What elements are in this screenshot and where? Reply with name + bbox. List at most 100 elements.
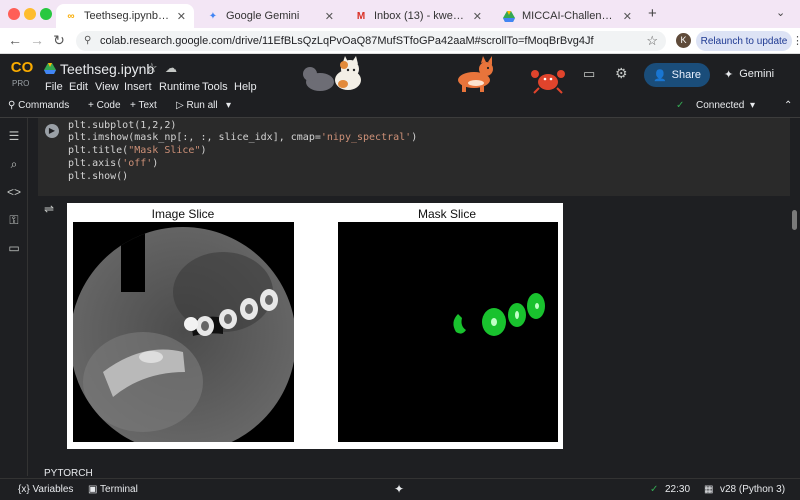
runtime-version[interactable]: v28 (Python 3) [720,484,785,495]
colab-icon: ∞ [67,10,75,22]
image-slice-title: Image Slice [151,207,215,221]
mask-slice-title: Mask Slice [417,207,476,221]
notebook-scrollbar[interactable] [792,210,797,230]
bottom-status-bar: {x} Variables ▣ Terminal ✦ ✓ 22:30 ▦ v28… [0,478,800,500]
drive-icon [502,9,516,23]
settings-gear-icon[interactable]: ⚙ [615,65,628,82]
mask-slice [338,222,558,442]
gmail-icon: M [356,10,366,22]
variables-label: Variables [32,484,74,495]
tab-search-icon[interactable]: ⌄ [776,6,785,19]
url-field[interactable]: ⚲ colab.research.google.com/drive/11EfBL… [76,31,666,51]
tab-label: Inbox (13) - kwesiasare812@gm [374,10,467,22]
find-replace-icon[interactable]: ⌕ [6,156,22,172]
comments-icon[interactable]: ▭ [583,66,595,82]
menu-runtime[interactable]: Runtime [159,81,200,93]
ct-image-slice [73,222,294,442]
corgi-mascot-icon [458,56,493,92]
execution-check-icon: ✓ [650,484,659,495]
gemini-label: Gemini [739,68,775,80]
terminal-label: Terminal [100,484,138,495]
run-all-dropdown-icon[interactable]: ▾ [226,100,231,111]
run-all-button[interactable]: ▷ Run all [176,100,218,111]
code-line: plt.subplot(1,2,2) [68,120,177,131]
add-text-button[interactable]: + Text [130,100,157,111]
url-text: colab.research.google.com/drive/11EfBLsQ… [100,35,594,47]
secrets-key-icon[interactable]: ⚿ [6,212,22,228]
forward-icon[interactable]: → [28,32,46,48]
commands-button[interactable]: ⚲ Commands [8,100,69,111]
browser-tab-drive[interactable]: MICCAI-Challenge-STSR2025 ✕ [494,4,640,28]
gemini-spark-icon: ✦ [724,69,734,81]
run-cell-button[interactable]: ▶ [45,124,59,138]
relaunch-button[interactable]: Relaunch to update [696,31,792,51]
gemini-button[interactable]: ✦ Gemini [724,68,774,81]
new-tab-button[interactable]: + [648,5,657,22]
close-tab-icon[interactable]: ✕ [177,10,186,23]
notebook-title[interactable]: Teethseg.ipynb [60,61,154,77]
code-line: plt.imshow(mask_np[:, :, slice_idx], cma… [68,132,418,143]
pro-badge: PRO [12,79,30,88]
star-icon[interactable]: ☆ [146,60,158,76]
files-folder-icon[interactable]: ▭ [6,240,22,256]
variables-icon: {x} [18,484,33,495]
execution-time: 22:30 [665,484,691,495]
code-line: plt.show() [68,171,129,182]
share-label: Share [671,69,702,81]
play-icon: ▷ [176,100,187,111]
connected-status[interactable]: Connected [696,100,744,111]
cloud-icon[interactable]: ☁ [165,61,177,75]
cat-mascot-icon [303,56,361,91]
variables-button[interactable]: {x} Variables [18,484,73,495]
browser-tab-colab[interactable]: ∞ Teethseg.ipynb - Colab ✕ [56,4,194,28]
tab-label: Teethseg.ipynb - Colab [84,10,171,22]
run-all-label: Run all [186,100,218,111]
menu-file[interactable]: File [45,81,63,93]
tab-label: Google Gemini [226,10,300,22]
more-menu-icon[interactable]: ⋮ [792,34,800,47]
toolbar-collapse-icon[interactable]: ⌃ [784,100,792,111]
bookmark-star-icon[interactable]: ☆ [646,33,658,49]
menu-tools[interactable]: Tools [202,81,228,93]
connected-check-icon: ✓ [676,100,685,111]
profile-avatar[interactable]: K [676,33,691,48]
site-info-icon[interactable]: ⚲ [84,35,91,46]
reload-icon[interactable]: ↻ [50,32,68,49]
share-button[interactable]: 👤 Share [644,63,710,87]
share-people-icon: 👤 [652,69,667,82]
menu-help[interactable]: Help [234,81,257,93]
code-cell[interactable]: ▶ plt.subplot(1,2,2) plt.imshow(mask_np[… [38,118,790,196]
runtime-dropdown-icon[interactable]: ▾ [750,100,755,111]
gemini-spark-icon[interactable]: ✦ [394,482,404,496]
colab-header: CO PRO Teethseg.ipynb ☆ ☁ File Edit View… [0,54,800,96]
code-line: plt.title("Mask Slice") [68,145,207,156]
close-tab-icon[interactable]: ✕ [623,10,632,23]
close-window-button[interactable] [8,8,20,20]
browser-tab-gemini[interactable]: ✦ Google Gemini ✕ [198,4,342,28]
left-sidebar: ☰ ⌕ <> ⚿ ▭ [0,118,28,476]
cell-output-figure: Image Slice Mask Slice [67,203,563,449]
tab-label: MICCAI-Challenge-STSR2025 [522,10,617,22]
crab-mascot-icon [531,70,565,94]
code-snippets-icon[interactable]: <> [6,184,22,200]
menu-insert[interactable]: Insert [124,81,152,93]
minimize-window-button[interactable] [24,8,36,20]
gemini-icon: ✦ [208,10,218,22]
runtime-icon: ▦ [704,484,714,495]
back-icon[interactable]: ← [6,32,24,48]
output-options-icon[interactable]: ⇌ [44,202,54,216]
maximize-window-button[interactable] [40,8,52,20]
colab-logo[interactable]: CO [8,59,36,77]
menu-view[interactable]: View [95,81,119,93]
add-code-button[interactable]: + Code [88,100,121,111]
commands-label: Commands [18,100,70,111]
table-of-contents-icon[interactable]: ☰ [6,128,22,144]
browser-tab-gmail[interactable]: M Inbox (13) - kwesiasare812@gm ✕ [346,4,490,28]
close-tab-icon[interactable]: ✕ [473,10,482,23]
menu-edit[interactable]: Edit [69,81,88,93]
terminal-button[interactable]: ▣ Terminal [88,484,138,495]
search-icon: ⚲ [8,100,19,111]
address-bar-row: ← → ↻ ⚲ colab.research.google.com/drive/… [0,28,800,54]
close-tab-icon[interactable]: ✕ [325,10,334,23]
drive-icon [44,63,56,77]
